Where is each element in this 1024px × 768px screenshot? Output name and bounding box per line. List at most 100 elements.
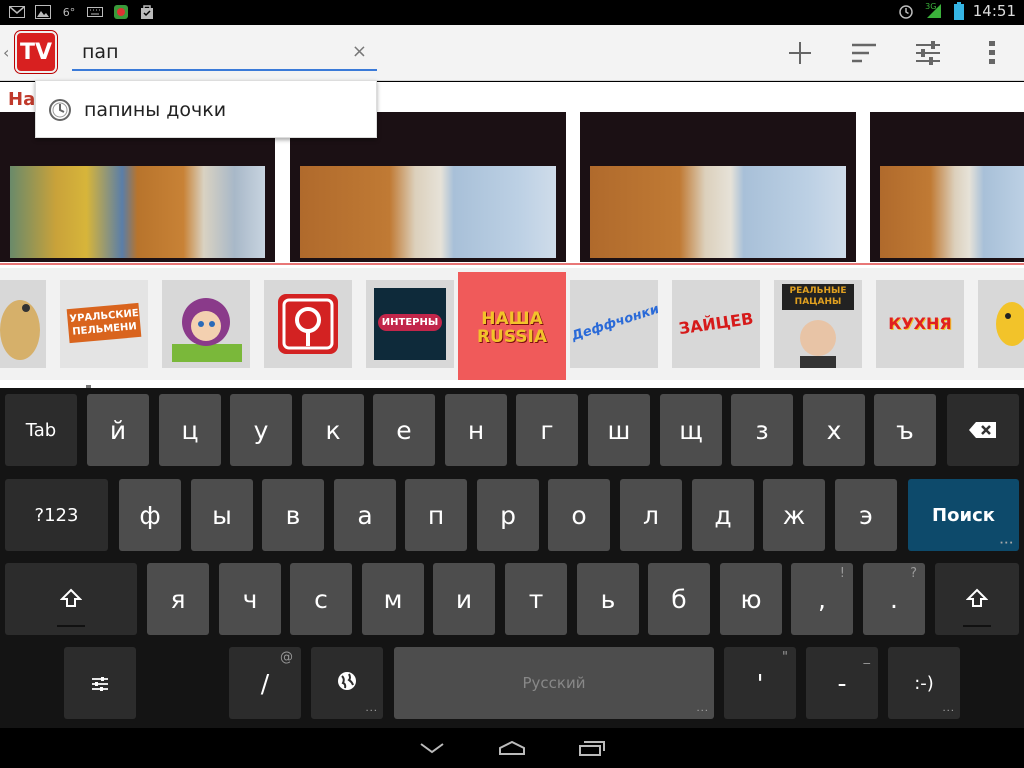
shopping-bag-icon	[138, 3, 156, 21]
slash-hint: @	[280, 650, 293, 665]
key-letter[interactable]: л	[620, 479, 682, 551]
overflow-menu-icon[interactable]	[976, 37, 1008, 69]
key-letter[interactable]: р	[477, 479, 539, 551]
nav-recents-icon[interactable]	[572, 734, 612, 762]
key-letter[interactable]: а	[334, 479, 396, 551]
key-letter[interactable]: н	[445, 394, 507, 466]
key-apostrophe[interactable]: ' "	[724, 647, 796, 719]
key-letter[interactable]: д	[692, 479, 754, 551]
channel-bee[interactable]	[978, 280, 1024, 368]
section-label: На	[8, 89, 36, 110]
key-letter[interactable]: х	[803, 394, 865, 466]
action-bar: ‹ TV ×	[0, 25, 1024, 81]
dash-hint: _	[863, 650, 871, 665]
slash-label: /	[260, 668, 270, 698]
key-letter[interactable]: у	[230, 394, 292, 466]
channel-kukhnya[interactable]: КУХНЯ	[876, 280, 964, 368]
key-smiley[interactable]: :-) ···	[888, 647, 960, 719]
channel-deffchonki[interactable]: Деффчонки	[570, 280, 658, 368]
video-thumbnail-4[interactable]	[870, 112, 1024, 262]
channel-nasha-russia[interactable]: НАША RUSSIA	[458, 272, 566, 380]
space-label: Русский	[522, 674, 586, 692]
search-action-key[interactable]: Поиск ···	[908, 479, 1019, 551]
key-letter[interactable]: м	[362, 563, 424, 635]
channel-uralskie-pelmeni[interactable]: УРАЛЬСКИЕ ПЕЛЬМЕНИ	[60, 280, 148, 368]
key-letter[interactable]: г	[516, 394, 578, 466]
channel-red-logo[interactable]	[264, 280, 352, 368]
channel-realnye-patsany[interactable]: РЕАЛЬНЫЕ ПАЦАНЫ	[774, 280, 862, 368]
key-letter[interactable]: ш	[588, 394, 650, 466]
alarm-icon	[897, 2, 915, 20]
key-letter[interactable]: ь	[577, 563, 639, 635]
app-logo[interactable]: TV	[15, 31, 57, 73]
key-settings[interactable]	[64, 647, 136, 719]
period-label: .	[890, 584, 898, 614]
key-letter[interactable]: ц	[159, 394, 221, 466]
key-backspace[interactable]	[947, 394, 1019, 466]
key-letter[interactable]: с	[290, 563, 352, 635]
key-letter[interactable]: ж	[763, 479, 825, 551]
shift-icon	[59, 585, 83, 614]
key-letter[interactable]: о	[548, 479, 610, 551]
shift-indicator	[963, 625, 991, 627]
key-letter[interactable]: к	[302, 394, 364, 466]
key-tab[interactable]: Tab	[5, 394, 77, 466]
backspace-icon	[968, 416, 998, 445]
key-letter[interactable]: ч	[219, 563, 281, 635]
settings-sliders-icon[interactable]	[912, 37, 944, 69]
key-letter[interactable]: ы	[191, 479, 253, 551]
video-thumbnail-3[interactable]	[580, 112, 856, 262]
sort-icon[interactable]	[848, 37, 880, 69]
key-shift-right[interactable]	[935, 563, 1019, 635]
key-slash[interactable]: / @	[229, 647, 301, 719]
back-caret-icon[interactable]: ‹	[3, 43, 9, 62]
key-letter[interactable]: в	[262, 479, 324, 551]
more-dots: ···	[365, 706, 378, 717]
key-letter[interactable]: п	[405, 479, 467, 551]
shift-icon	[965, 585, 989, 614]
key-letter[interactable]: з	[731, 394, 793, 466]
nav-home-icon[interactable]	[492, 734, 532, 762]
key-symbols[interactable]: ?123	[5, 479, 108, 551]
channel-strip: УРАЛЬСКИЕ ПЕЛЬМЕНИ ИНТЕРНЫ НАША RUSSIA Д…	[0, 268, 1024, 380]
autocomplete-suggestion[interactable]: папины дочки	[35, 80, 377, 138]
divider	[0, 263, 1024, 265]
clear-search-icon[interactable]: ×	[352, 41, 367, 62]
comma-hint: !	[839, 566, 845, 581]
search-box[interactable]: ×	[72, 37, 377, 71]
channel-zaitsev[interactable]: ЗАЙЦЕВ	[672, 280, 760, 368]
signal-icon: 3G	[923, 2, 945, 20]
history-clock-icon	[48, 98, 72, 122]
shift-indicator	[57, 625, 85, 627]
key-letter[interactable]: й	[87, 394, 149, 466]
key-period[interactable]: . ?	[863, 563, 925, 635]
more-dots: ···	[999, 538, 1014, 549]
key-letter[interactable]: э	[835, 479, 897, 551]
gallery-icon	[34, 3, 52, 21]
key-dash[interactable]: - _	[806, 647, 878, 719]
key-space[interactable]: Русский ···	[394, 647, 714, 719]
channel-interny[interactable]: ИНТЕРНЫ	[366, 280, 454, 368]
key-letter[interactable]: и	[433, 563, 495, 635]
gmail-icon	[8, 3, 26, 21]
clock-time: 14:51	[972, 2, 1016, 20]
key-language[interactable]: ···	[311, 647, 383, 719]
key-letter[interactable]: я	[147, 563, 209, 635]
key-letter[interactable]: ю	[720, 563, 782, 635]
search-input[interactable]	[80, 37, 340, 67]
key-letter[interactable]: т	[505, 563, 567, 635]
navigation-bar	[0, 728, 1024, 768]
key-letter[interactable]: ф	[119, 479, 181, 551]
key-shift-left[interactable]	[5, 563, 137, 635]
battery-icon	[953, 2, 965, 20]
channel-dinosaur[interactable]	[0, 280, 46, 368]
key-letter[interactable]: ъ	[874, 394, 936, 466]
key-letter[interactable]: щ	[660, 394, 722, 466]
key-letter[interactable]: е	[373, 394, 435, 466]
channel-masha[interactable]	[162, 280, 250, 368]
nav-back-down-icon[interactable]	[412, 734, 452, 762]
key-comma[interactable]: , !	[791, 563, 853, 635]
add-icon[interactable]	[784, 37, 816, 69]
key-letter[interactable]: б	[648, 563, 710, 635]
comma-label: ,	[818, 584, 826, 614]
